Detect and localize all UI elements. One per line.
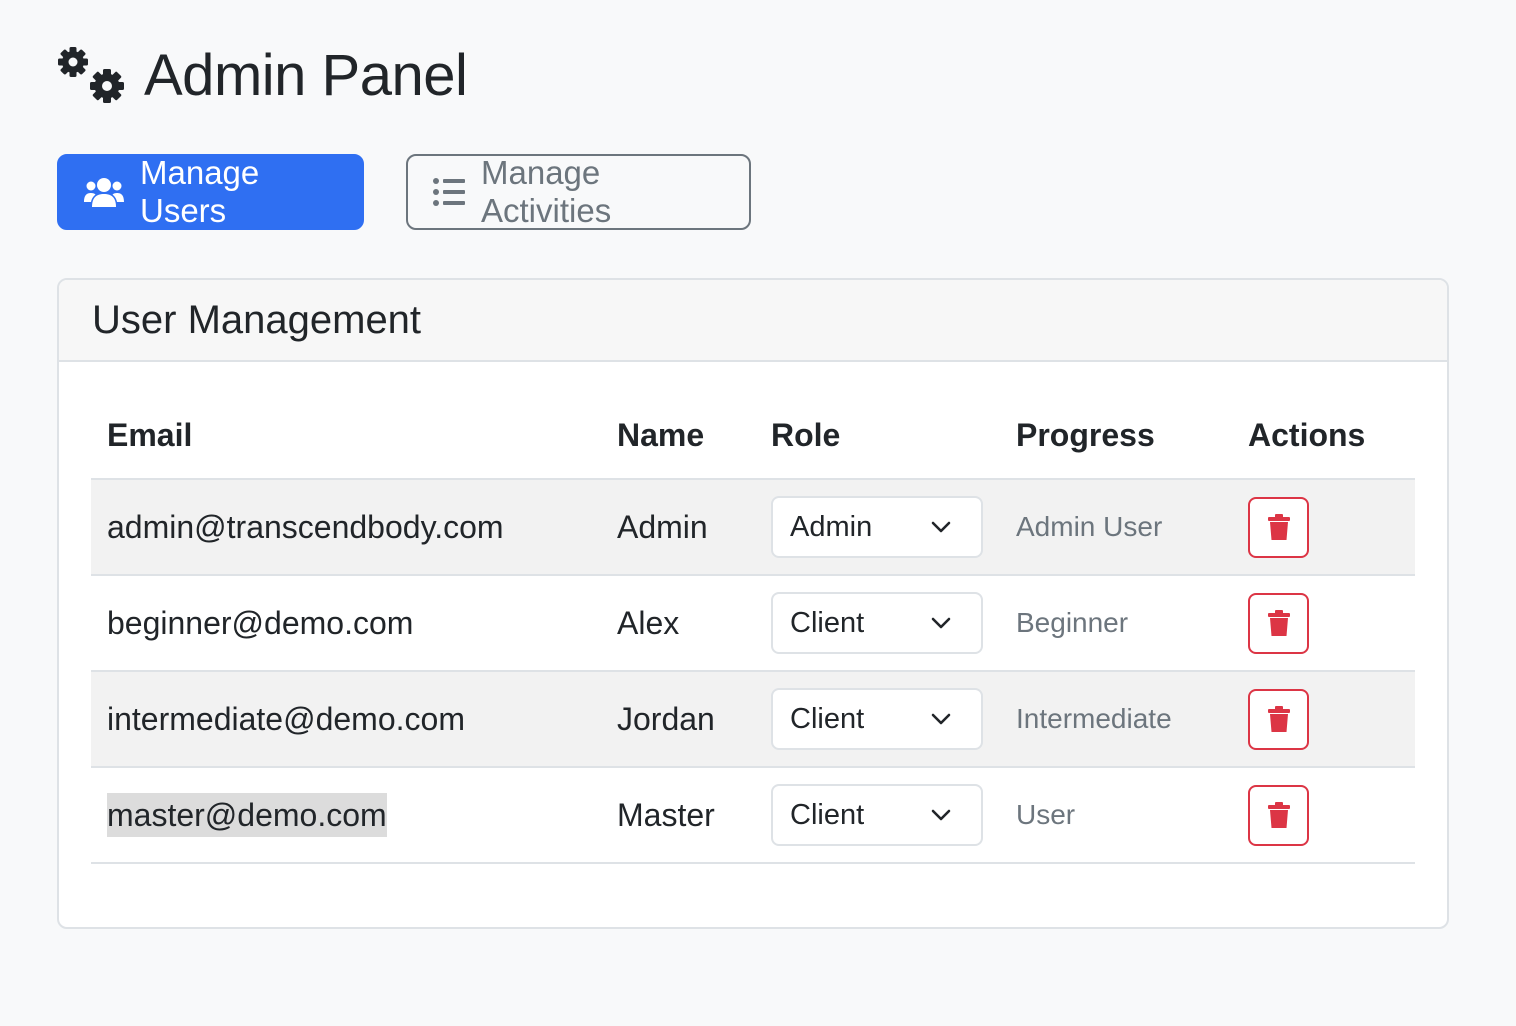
progress-cell: Beginner	[1000, 575, 1232, 672]
tab-manage-activities[interactable]: Manage Activities	[406, 154, 751, 230]
page-header: Admin Panel	[56, 40, 468, 110]
chevron-down-icon	[931, 809, 951, 821]
trash-icon	[1267, 610, 1290, 636]
page-title: Admin Panel	[144, 42, 468, 108]
name-cell: Jordan	[601, 671, 755, 768]
progress-cell: Intermediate	[1000, 671, 1232, 768]
name-cell: Master	[601, 767, 755, 864]
trash-icon	[1267, 802, 1290, 828]
gears-icon	[58, 47, 124, 103]
role-select-value: Client	[790, 798, 865, 831]
email-cell: beginner@demo.com	[91, 575, 601, 672]
role-cell: Client	[755, 671, 1000, 768]
admin-tabs: Manage Users Manage Activities	[57, 154, 751, 230]
delete-user-button[interactable]	[1248, 496, 1309, 558]
users-icon	[84, 176, 124, 208]
role-select[interactable]: Admin	[771, 496, 983, 558]
trash-icon	[1267, 514, 1290, 540]
role-select[interactable]: Client	[771, 688, 983, 750]
role-cell: Client	[755, 767, 1000, 864]
user-management-card: User Management Email Name Role Progress…	[57, 278, 1449, 929]
table-row: admin@transcendbody.com Admin Admin Admi…	[91, 479, 1415, 576]
actions-cell	[1232, 479, 1415, 576]
role-select-value: Admin	[790, 510, 873, 543]
email-cell: admin@transcendbody.com	[91, 479, 601, 576]
column-header-progress: Progress	[1000, 392, 1232, 480]
table-row: beginner@demo.com Alex Client Beginner	[91, 575, 1415, 672]
column-header-email: Email	[91, 392, 601, 480]
role-select-value: Client	[790, 606, 865, 639]
chevron-down-icon	[931, 617, 951, 629]
role-select[interactable]: Client	[771, 592, 983, 654]
table-row: intermediate@demo.com Jordan Client Inte…	[91, 671, 1415, 768]
email-cell: master@demo.com	[91, 767, 601, 864]
card-title: User Management	[92, 297, 422, 342]
name-cell: Admin	[601, 479, 755, 576]
column-header-actions: Actions	[1232, 392, 1415, 480]
tab-manage-activities-label: Manage Activities	[481, 154, 612, 229]
actions-cell	[1232, 575, 1415, 672]
role-cell: Admin	[755, 479, 1000, 576]
chevron-down-icon	[931, 521, 951, 533]
email-selected-text: master@demo.com	[107, 792, 387, 837]
delete-user-button[interactable]	[1248, 592, 1309, 654]
progress-cell: User	[1000, 767, 1232, 864]
table-header-row: Email Name Role Progress Actions	[91, 392, 1415, 480]
role-select[interactable]: Client	[771, 784, 983, 846]
actions-cell	[1232, 767, 1415, 864]
list-icon	[433, 178, 465, 206]
actions-cell	[1232, 671, 1415, 768]
tab-manage-users-label: Manage Users	[140, 154, 260, 229]
trash-icon	[1267, 706, 1290, 732]
card-header: User Management	[59, 280, 1447, 362]
name-cell: Alex	[601, 575, 755, 672]
column-header-role: Role	[755, 392, 1000, 480]
tab-manage-users[interactable]: Manage Users	[57, 154, 364, 230]
role-select-value: Client	[790, 702, 865, 735]
table-row: master@demo.com Master Client User	[91, 767, 1415, 864]
chevron-down-icon	[931, 713, 951, 725]
email-cell: intermediate@demo.com	[91, 671, 601, 768]
column-header-name: Name	[601, 392, 755, 480]
role-cell: Client	[755, 575, 1000, 672]
delete-user-button[interactable]	[1248, 688, 1309, 750]
progress-cell: Admin User	[1000, 479, 1232, 576]
delete-user-button[interactable]	[1248, 784, 1309, 846]
users-table: Email Name Role Progress Actions admin@t…	[91, 392, 1415, 864]
admin-panel-page: Admin Panel Manage Users Manage Activiti…	[0, 0, 1516, 1026]
